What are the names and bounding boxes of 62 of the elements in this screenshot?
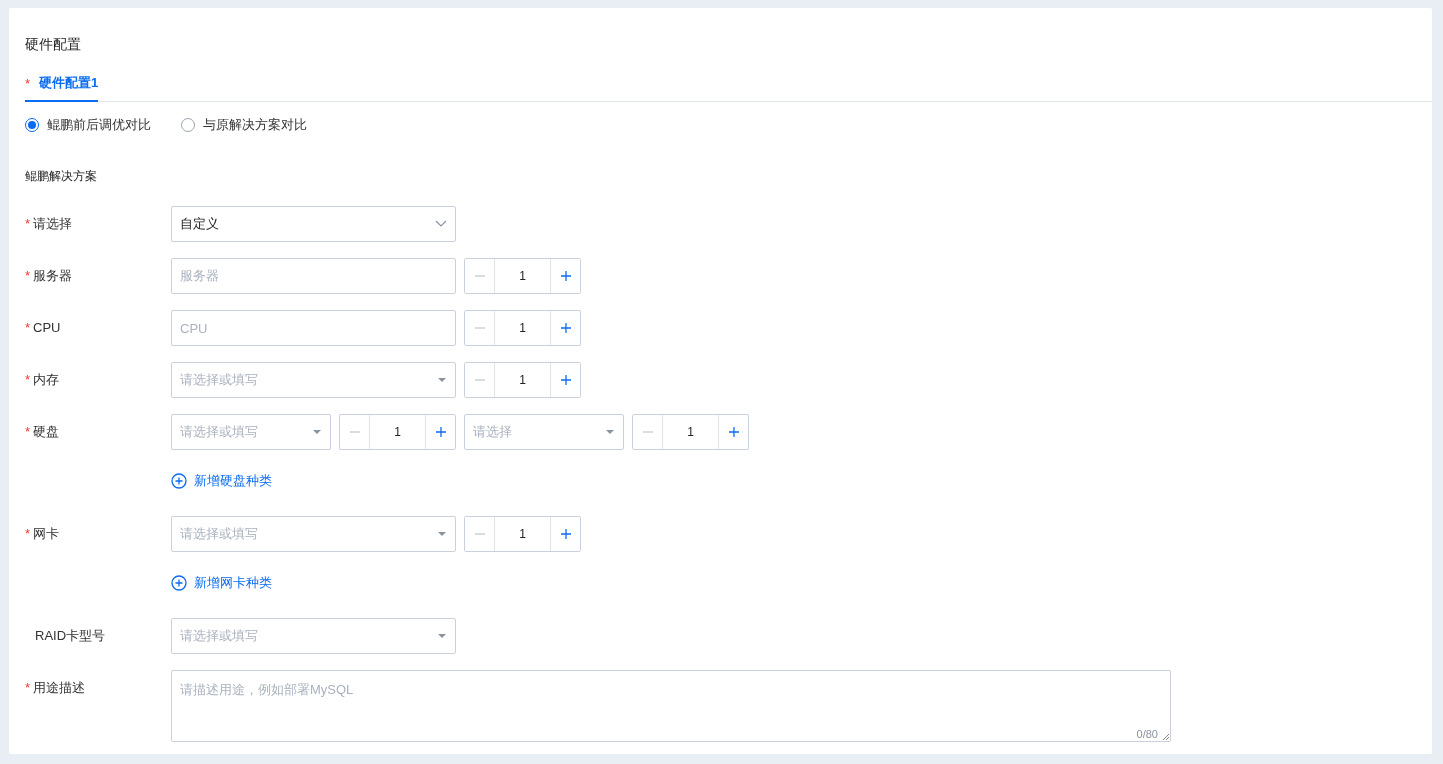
- radio-option[interactable]: 与原解决方案对比: [181, 116, 307, 134]
- plus-circle-icon: [171, 575, 187, 591]
- increment-button[interactable]: [425, 415, 455, 449]
- required-mark: *: [25, 267, 31, 285]
- caret-down-icon: [437, 377, 447, 383]
- required-mark: *: [25, 679, 31, 697]
- add-link[interactable]: 新增硬盘种类: [171, 472, 1432, 490]
- increment-button[interactable]: [550, 363, 580, 397]
- plus-icon: [434, 426, 447, 438]
- number-stepper[interactable]: 1: [464, 310, 581, 346]
- required-mark: *: [25, 215, 31, 233]
- caret-down-icon: [437, 531, 447, 537]
- char-counter: 0/80: [1136, 728, 1158, 740]
- radio-label: 鲲鹏前后调优对比: [47, 116, 151, 134]
- chevron-down-icon: [435, 220, 447, 228]
- tab-label: 硬件配置1: [39, 74, 99, 92]
- required-mark: *: [25, 319, 31, 337]
- plus-icon: [559, 528, 572, 540]
- radio-label: 与原解决方案对比: [203, 116, 307, 134]
- number-stepper[interactable]: 1: [632, 414, 749, 450]
- field-label: 内存: [33, 371, 60, 389]
- caret-down-icon: [605, 429, 615, 435]
- increment-button[interactable]: [550, 311, 580, 345]
- increment-button[interactable]: [550, 517, 580, 551]
- stepper-value: 1: [393, 424, 402, 441]
- field-label: 用途描述: [33, 679, 86, 697]
- description-field[interactable]: 请描述用途，例如部署MySQL 0/80: [171, 670, 1171, 742]
- stepper-value: 1: [518, 526, 527, 543]
- stepper-value: 1: [518, 320, 527, 337]
- radio-option[interactable]: 鲲鹏前后调优对比: [25, 116, 151, 134]
- plus-icon: [559, 374, 572, 386]
- required-mark: *: [25, 423, 31, 441]
- required-mark: *: [25, 75, 31, 91]
- field-label: 服务器: [33, 267, 73, 285]
- number-stepper[interactable]: 1: [464, 258, 581, 294]
- select-field[interactable]: 自定义: [171, 206, 456, 242]
- section-title: 鲲鹏解决方案: [25, 168, 98, 185]
- stepper-value: 1: [518, 268, 527, 285]
- number-stepper[interactable]: 1: [339, 414, 456, 450]
- field-label: 硬盘: [33, 423, 60, 441]
- number-stepper[interactable]: 1: [464, 516, 581, 552]
- field-label: RAID卡型号: [35, 627, 106, 645]
- required-mark: *: [25, 371, 31, 389]
- plus-circle-icon: [171, 473, 187, 489]
- card-title: 硬件配置: [25, 36, 82, 52]
- field-label: 网卡: [33, 525, 60, 543]
- plus-icon: [559, 270, 572, 282]
- field-label: CPU: [33, 319, 61, 337]
- caret-down-icon: [437, 633, 447, 639]
- plus-icon: [727, 426, 740, 438]
- field-label: 请选择: [33, 215, 73, 233]
- tab[interactable]: * 硬件配置1: [25, 74, 99, 102]
- stepper-value: 1: [686, 424, 695, 441]
- caret-down-icon: [312, 429, 322, 435]
- increment-button[interactable]: [718, 415, 748, 449]
- required-mark: *: [25, 525, 31, 543]
- increment-button[interactable]: [550, 259, 580, 293]
- plus-icon: [559, 322, 572, 334]
- add-link[interactable]: 新增网卡种类: [171, 574, 1432, 592]
- resize-grip-icon: [1163, 734, 1169, 740]
- stepper-value: 1: [518, 372, 527, 389]
- number-stepper[interactable]: 1: [464, 362, 581, 398]
